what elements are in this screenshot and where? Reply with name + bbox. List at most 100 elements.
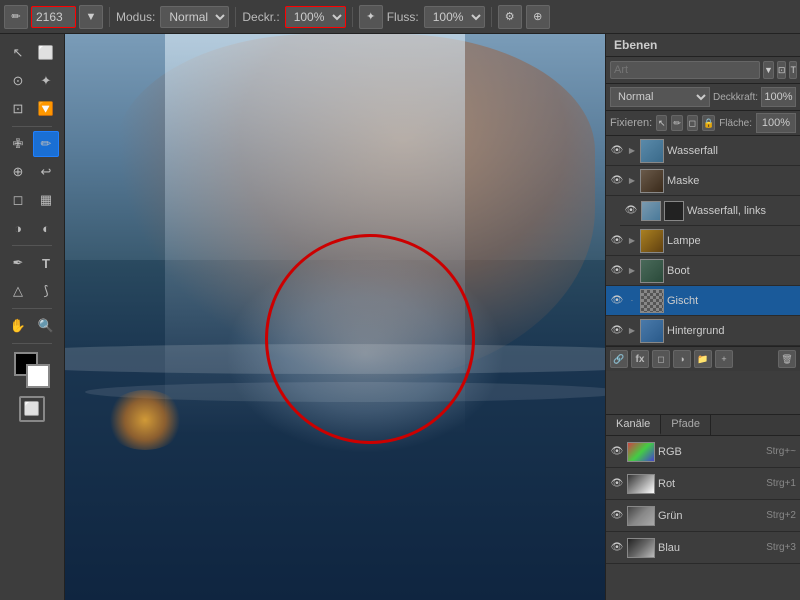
mask-icon[interactable]: ◻ [652,350,670,368]
fix-brush-btn[interactable]: ✏ [671,115,682,131]
eye-lampe[interactable]: 👁 [610,234,624,248]
flow-group: Fluss: 100% [387,6,485,28]
select-tool[interactable]: ⬜ [33,40,59,66]
search-dropdown-btn[interactable]: ▼ [763,61,774,79]
eye-rot[interactable]: 👁 [610,477,624,491]
pen-tool[interactable]: ✒ [5,250,31,276]
layers-opacity-input[interactable] [761,87,796,107]
path-tool[interactable]: ⟆ [33,278,59,304]
eyedropper-tool[interactable]: 🔽 [33,96,59,122]
hand-tool[interactable]: ✋ [5,313,31,339]
expand-wasserfall[interactable]: ▶ [627,146,637,156]
eye-gischt[interactable]: 👁 [610,294,624,308]
boat-glow [105,390,185,450]
channel-row-blau[interactable]: 👁 Blau Strg+3 [606,532,800,564]
background-color[interactable] [26,364,50,388]
expand-gischt[interactable]: · [627,296,637,306]
sep2 [235,7,236,27]
sep1 [109,7,110,27]
expand-lampe[interactable]: ▶ [627,236,637,246]
spot-heal-tool[interactable]: ✙ [5,131,31,157]
expand-hintergrund[interactable]: ▶ [627,326,637,336]
layer-row-wasserfall-links[interactable]: 👁 Wasserfall, links [620,196,800,226]
stamp-tool[interactable]: ⊕ [5,159,31,185]
layer-row-gischt[interactable]: 👁 · Gischt [606,286,800,316]
mode-dropdown[interactable]: Normal [160,6,229,28]
folder-icon[interactable]: 📁 [694,350,712,368]
history-brush-tool[interactable]: ↩ [33,159,59,185]
new-layer-icon[interactable]: + [715,350,733,368]
main-area: ↖ ⬜ ⊙ ✦ ⊡ 🔽 ✙ ✏ ⊕ ↩ ◻ ▦ ◑ ◐ ✒ [0,34,800,600]
tools-panel: ↖ ⬜ ⊙ ✦ ⊡ 🔽 ✙ ✏ ⊕ ↩ ◻ ▦ ◑ ◐ ✒ [0,34,65,600]
eye-wasserfall-links[interactable]: 👁 [624,204,638,218]
link-icon[interactable]: 🔗 [610,350,628,368]
shape-tool[interactable]: △ [5,278,31,304]
quick-mask-btn[interactable]: ⬜ [19,396,45,422]
canvas-image [65,34,605,600]
fg-bg-color[interactable] [14,352,50,388]
channel-row-gruen[interactable]: 👁 Grün Strg+2 [606,500,800,532]
move-tool[interactable]: ↖ [5,40,31,66]
layer-row-lampe[interactable]: 👁 ▶ Lampe [606,226,800,256]
layer-name-lampe: Lampe [667,235,796,247]
toolbar-left-group: ✏ 2163 ▼ [4,5,103,29]
layer-row-wasserfall[interactable]: 👁 ▶ Wasserfall [606,136,800,166]
burn-tool[interactable]: ◐ [33,215,59,241]
smoothing-btn[interactable]: ⚙ [498,5,522,29]
channel-row-rgb[interactable]: 👁 RGB Strg+~ [606,436,800,468]
layers-blend-mode[interactable]: Normal [610,87,710,107]
dodge-tool[interactable]: ◑ [5,215,31,241]
layers-mode-row: Normal Deckkraft: [606,84,800,111]
eye-maske[interactable]: 👁 [610,174,624,188]
tools-sep-1 [12,126,52,127]
eraser-tool[interactable]: ◻ [5,187,31,213]
brush-options-btn[interactable]: ▼ [79,5,103,29]
layers-icon-btn2[interactable]: T [789,61,797,79]
eye-blau[interactable]: 👁 [610,541,624,555]
eye-rgb[interactable]: 👁 [610,445,624,459]
fix-position-btn[interactable]: ↖ [656,115,667,131]
eye-wasserfall[interactable]: 👁 [610,144,624,158]
adjustment-icon[interactable]: ◑ [673,350,691,368]
extra-btn[interactable]: ⊕ [526,5,550,29]
layer-row-hintergrund[interactable]: 👁 ▶ Hintergrund [606,316,800,346]
text-tool[interactable]: T [33,250,59,276]
expand-maske[interactable]: ▶ [627,176,637,186]
delete-layer-icon[interactable]: 🗑 [778,350,796,368]
quick-select-tool[interactable]: ✦ [33,68,59,94]
fx-icon[interactable]: fx [631,350,649,368]
channel-row-rot[interactable]: 👁 Rot Strg+1 [606,468,800,500]
eye-boot[interactable]: 👁 [610,264,624,278]
layers-search-input[interactable] [610,61,760,79]
layer-row-boot[interactable]: 👁 ▶ Boot [606,256,800,286]
thumb-wasserfall-links [641,201,661,221]
brush-tool[interactable]: ✏ [33,131,59,157]
tool-row-3: ⊡ 🔽 [5,96,59,122]
eye-hintergrund[interactable]: 👁 [610,324,624,338]
canvas-area[interactable] [65,34,605,600]
fix-transparency-btn[interactable]: ◻ [687,115,698,131]
flaeche-input[interactable] [756,113,796,133]
expand-boot[interactable]: ▶ [627,266,637,276]
crop-tool[interactable]: ⊡ [5,96,31,122]
brush-size-box[interactable]: 2163 [31,6,76,28]
tool-row-7: ◑ ◐ [5,215,59,241]
layers-icon-btn1[interactable]: ⊡ [777,61,787,79]
zoom-tool[interactable]: 🔍 [33,313,59,339]
thumb-wasserfall-links-mask [664,201,684,221]
thumb-maske [640,169,664,193]
lasso-tool[interactable]: ⊙ [5,68,31,94]
opacity-dropdown[interactable]: 100% [285,6,346,28]
opacity-group: Deckr.: 100% [242,6,345,28]
brush-icon-btn[interactable]: ✏ [4,5,28,29]
mode-group: Modus: Normal [116,6,229,28]
airbrush-btn[interactable]: ✦ [359,5,383,29]
layers-panel: Ebenen ▼ ⊡ T ✒ ⊕ Normal Deckkraft: [606,34,800,415]
layer-row-maske[interactable]: 👁 ▶ Maske [606,166,800,196]
tab-pfade[interactable]: Pfade [661,415,711,435]
tab-kanale[interactable]: Kanäle [606,415,661,435]
fix-all-btn[interactable]: 🔒 [702,115,715,131]
gradient-tool[interactable]: ▦ [33,187,59,213]
flow-dropdown[interactable]: 100% [424,6,485,28]
eye-gruen[interactable]: 👁 [610,509,624,523]
